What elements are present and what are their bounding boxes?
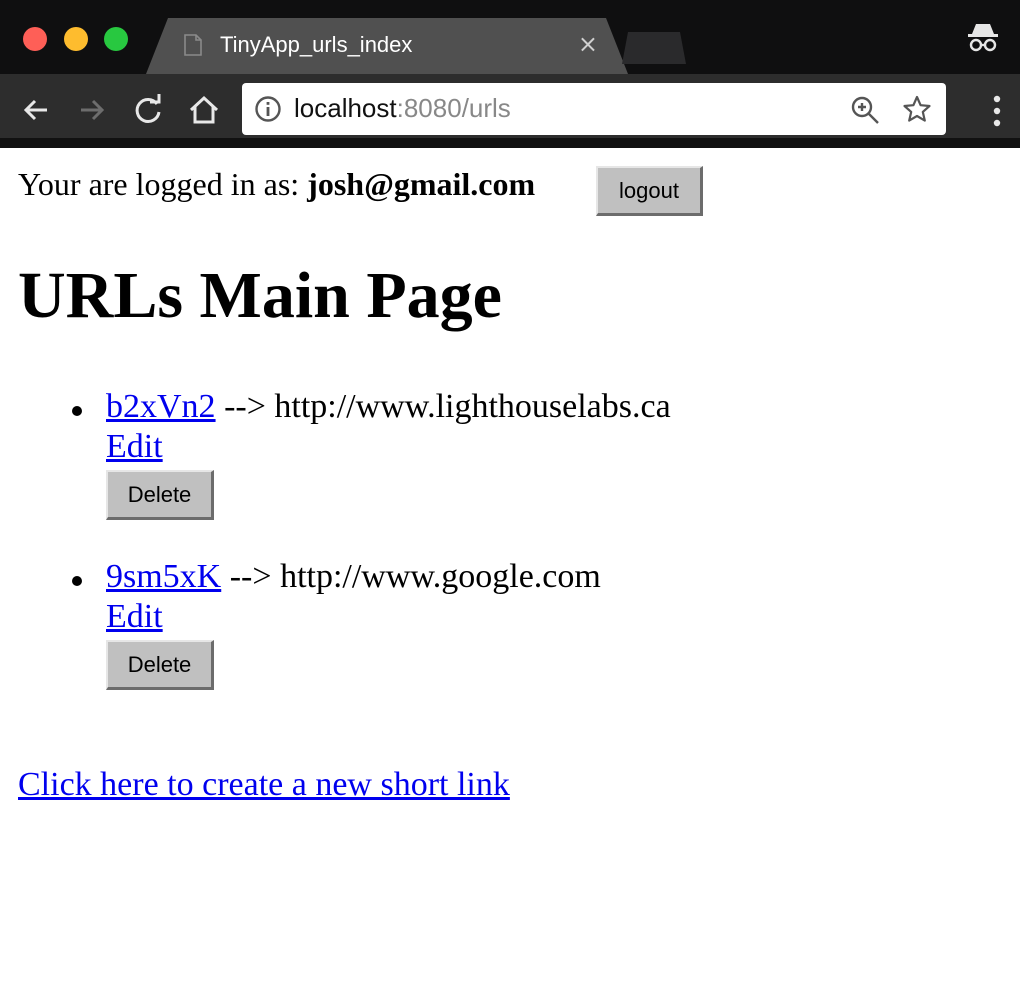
reload-icon[interactable] [130,92,166,128]
bullet [72,576,82,586]
long-url-text: http://www.lighthouselabs.ca [274,388,671,425]
page-title: URLs Main Page [18,259,502,332]
tab-close-icon[interactable]: × [578,30,598,58]
login-status: Your are logged in as: josh@gmail.com [18,166,535,203]
url-path: :8080/urls [396,93,511,123]
info-icon[interactable] [254,95,282,123]
arrow-text: --> [221,558,281,595]
page-icon [184,34,202,56]
url-entry: b2xVn2 --> http://www.lighthouselabs.ca [106,388,671,426]
arrow-right-icon[interactable] [74,92,110,128]
arrow-text: --> [215,388,275,425]
zoom-in-icon[interactable] [850,95,880,125]
address-bar[interactable]: localhost:8080/urls [242,83,946,135]
maximize-window-button[interactable] [104,27,128,51]
browser-chrome: TinyApp_urls_index × localhost:8080/urls [0,0,1020,148]
new-tab-button[interactable] [622,32,686,64]
tab-active[interactable]: TinyApp_urls_index × [146,18,628,74]
home-icon[interactable] [186,92,222,128]
close-window-button[interactable] [23,27,47,51]
short-url-link[interactable]: b2xVn2 [106,388,216,425]
arrow-left-icon[interactable] [18,92,54,128]
minimize-window-button[interactable] [64,27,88,51]
delete-button[interactable]: Delete [106,640,214,690]
long-url-text: http://www.google.com [280,558,601,595]
edit-link[interactable]: Edit [106,598,163,636]
incognito-icon [968,24,998,52]
star-icon[interactable] [902,94,932,124]
edit-link[interactable]: Edit [106,428,163,466]
delete-button[interactable]: Delete [106,470,214,520]
create-link[interactable]: Click here to create a new short link [18,766,510,804]
kebab-menu-icon[interactable] [992,94,1002,128]
bullet [72,406,82,416]
url-host: localhost [294,93,397,123]
user-email: josh@gmail.com [307,166,536,202]
page-content: Your are logged in as: josh@gmail.com lo… [0,148,1020,998]
url-entry: 9sm5xK --> http://www.google.com [106,558,601,596]
tab-strip: TinyApp_urls_index × [0,0,1020,74]
short-url-link[interactable]: 9sm5xK [106,558,221,595]
logout-button[interactable]: logout [596,166,703,216]
login-prefix: Your are logged in as: [18,166,308,202]
tab-title: TinyApp_urls_index [220,32,413,57]
url-text[interactable]: localhost:8080/urls [294,93,511,124]
toolbar-divider [0,138,1020,148]
browser-toolbar: localhost:8080/urls [0,74,1020,148]
